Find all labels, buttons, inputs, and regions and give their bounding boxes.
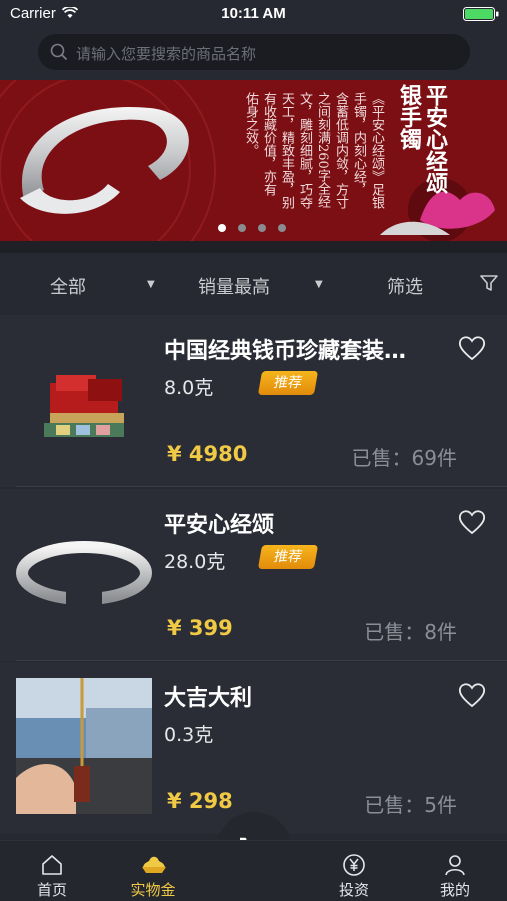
pagination-dot[interactable] — [278, 224, 286, 232]
search-icon — [50, 43, 68, 65]
product-image-silver-bangle[interactable] — [16, 505, 152, 641]
product-weight: 8.0克 — [164, 377, 214, 399]
favorite-heart-icon[interactable] — [458, 682, 486, 712]
product-sold-count: 已售：5件 — [364, 793, 457, 817]
product-item[interactable]: 中国经典钱币珍藏套装… 8.0克 推荐 ¥ 4980 已售：69件 — [0, 315, 507, 487]
pagination-dot[interactable] — [238, 224, 246, 232]
search-placeholder: 请输入您要搜索的商品名称 — [76, 45, 257, 63]
banner-title-sub: 银手镯 — [396, 84, 422, 150]
banner-pagination — [218, 217, 298, 236]
product-price: ¥ 4980 — [167, 442, 248, 466]
gold-ingot-icon — [142, 856, 166, 873]
product-weight: 0.3克 — [164, 724, 214, 746]
banner-title: 平安心经颂 银手镯 — [388, 84, 448, 202]
tab-home-label: 首页 — [36, 881, 67, 899]
chevron-down-icon[interactable]: ▼ — [315, 279, 323, 290]
recommend-badge: 推荐 — [257, 371, 319, 395]
funnel-icon[interactable] — [480, 274, 498, 297]
promo-banner[interactable]: 《平安心经颂》足银 手镯，内刻心经， 含蓄低调内敛，方寸 之间刻满260字全经 … — [0, 80, 507, 241]
product-item[interactable]: 大吉大利 0.3克 ¥ 298 已售：5件 — [0, 662, 507, 834]
product-price: ¥ 399 — [167, 616, 233, 640]
pagination-dot[interactable] — [258, 224, 266, 232]
pagination-dot-active[interactable] — [218, 224, 226, 232]
banner-text-block: 《平安心经颂》足银 手镯，内刻心经， 含蓄低调内敛，方寸 之间刻满260字全经 … — [215, 92, 385, 232]
tab-physical-gold-label: 实物金 — [130, 881, 176, 899]
product-sold-count: 已售：69件 — [351, 446, 457, 470]
row-divider — [16, 660, 507, 661]
product-sold-count: 已售：8件 — [364, 620, 457, 644]
product-name[interactable]: 平安心经颂 — [164, 507, 434, 539]
section-divider — [0, 241, 507, 253]
clock: 10:11 AM — [221, 5, 286, 22]
product-image-coin-collection[interactable] — [16, 331, 152, 467]
search-bar-container: 请输入您要搜索的商品名称 — [0, 28, 507, 80]
product-weight: 28.0克 — [164, 551, 226, 573]
search-input[interactable]: 请输入您要搜索的商品名称 — [38, 34, 470, 70]
banner-title-main: 平安心经颂 — [422, 84, 448, 194]
filter-sort-sales[interactable]: 销量最高 — [198, 273, 270, 299]
status-bar: Carrier 10:11 AM — [0, 0, 507, 28]
yen-coin-icon — [343, 854, 365, 876]
banner-text-line: 有收藏价值，亦有 — [261, 92, 276, 196]
banner-text-line: 天工，精致丰盈，别 — [279, 92, 294, 209]
user-icon — [445, 855, 465, 876]
banner-text-line: 含蓄低调内敛，方寸 — [333, 92, 348, 209]
favorite-heart-icon[interactable] — [458, 509, 486, 539]
tab-bar: 首页 实物金 投资 我的 — [0, 840, 507, 901]
product-name[interactable]: 大吉大利 — [164, 680, 434, 712]
banner-text-line: 之间刻满260字全经 — [315, 92, 330, 208]
product-item[interactable]: 平安心经颂 28.0克 推荐 ¥ 399 已售：8件 — [0, 489, 507, 661]
chevron-down-icon[interactable]: ▼ — [147, 279, 155, 290]
banner-text-line: 《平安心经颂》足银 — [369, 92, 384, 209]
battery-icon — [463, 7, 499, 21]
filter-bar: 全部 ▼ 销量最高 ▼ 筛选 — [0, 253, 507, 315]
tab-me-label: 我的 — [439, 881, 470, 899]
favorite-heart-icon[interactable] — [458, 335, 486, 365]
home-icon — [42, 855, 62, 875]
filter-all[interactable]: 全部 — [50, 273, 86, 299]
filter-screen[interactable]: 筛选 — [387, 273, 423, 299]
tab-invest-label: 投资 — [338, 881, 369, 899]
recommend-badge: 推荐 — [257, 545, 319, 569]
product-price: ¥ 298 — [167, 789, 233, 813]
row-divider — [16, 486, 507, 487]
product-image-car-pendant[interactable] — [16, 678, 152, 814]
banner-text-line: 手镯，内刻心经， — [351, 92, 366, 196]
product-name[interactable]: 中国经典钱币珍藏套装… — [164, 333, 434, 365]
banner-text-line: 佑身之效。 — [243, 92, 258, 157]
banner-text-line: 文，雕刻细腻，巧夺 — [297, 92, 312, 209]
